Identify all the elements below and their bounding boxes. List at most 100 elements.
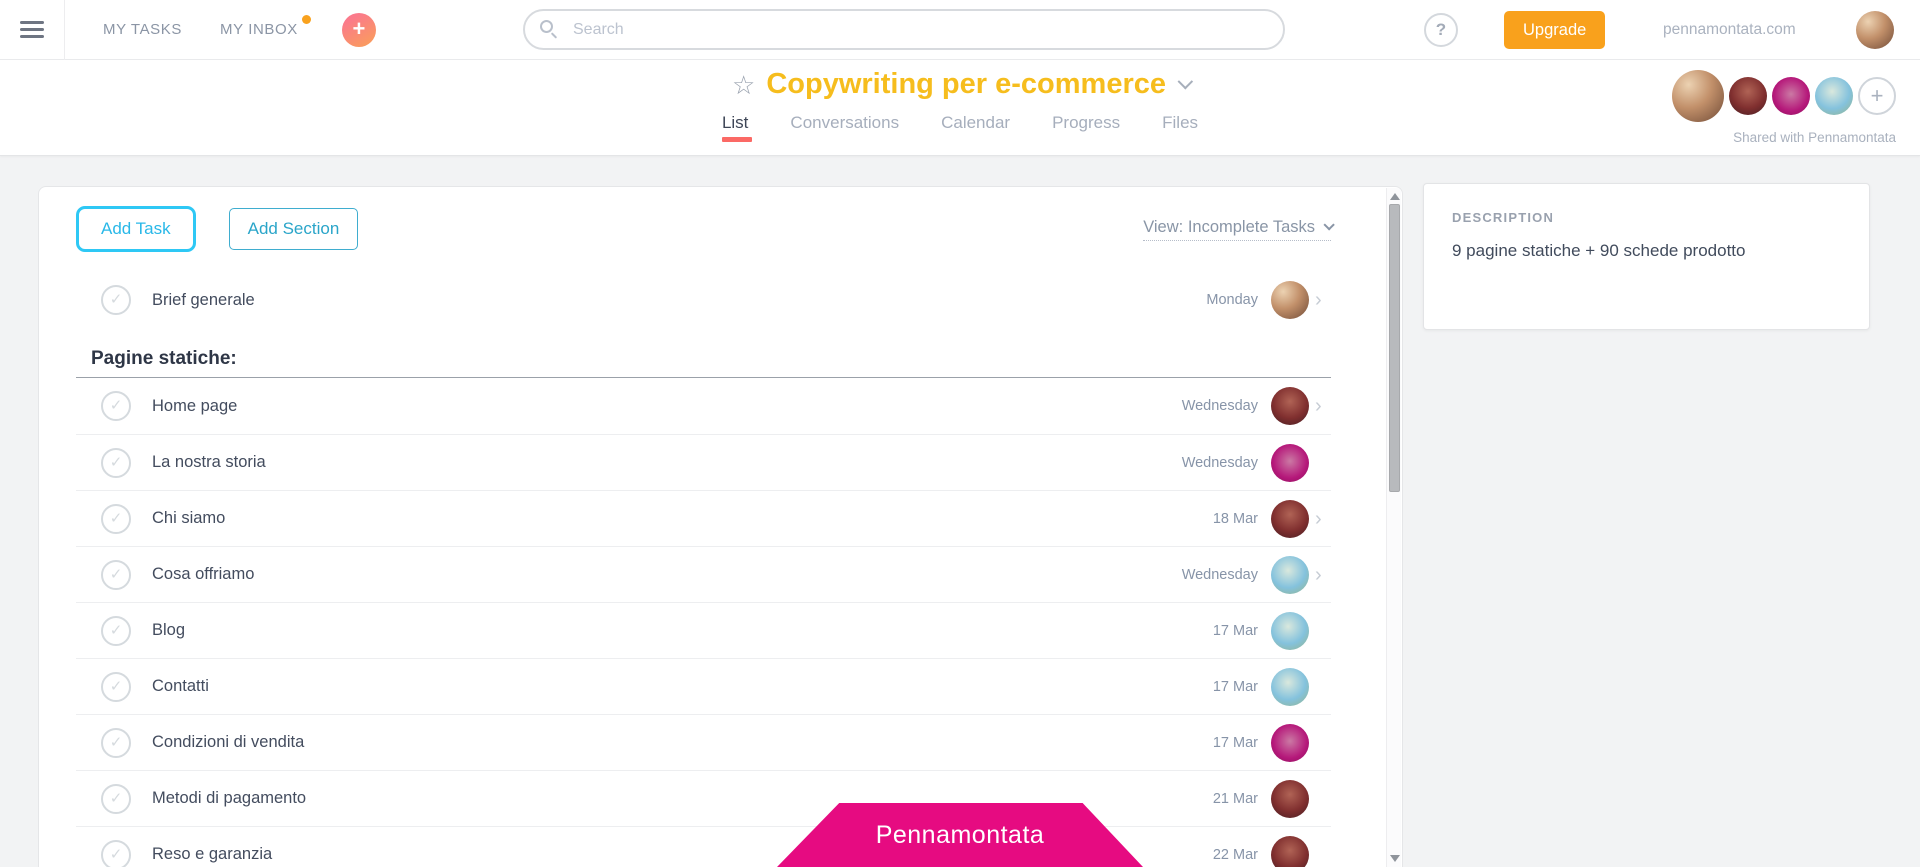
view-filter-label: View: Incomplete Tasks [1143,217,1315,236]
task-complete-checkbox[interactable]: ✓ [101,559,131,590]
favorite-star-icon[interactable]: ☆ [732,70,755,100]
task-row[interactable]: ✓ Chi siamo 18 Mar › [76,490,1331,546]
search-input[interactable] [523,9,1285,50]
assignee-avatar [1271,779,1309,818]
description-heading: DESCRIPTION [1452,210,1555,225]
task-row[interactable]: ✓ Home page Wednesday › [76,378,1331,434]
scrollbar-down-arrow[interactable] [1390,855,1400,862]
task-name[interactable]: Blog [152,621,1213,640]
member-avatar[interactable] [1729,77,1767,115]
task-due-date: Monday [1206,292,1258,308]
account-avatar[interactable] [1856,11,1894,49]
account-domain[interactable]: pennamontata.com [1663,21,1796,39]
assignee-avatar [1271,723,1309,762]
task-due-date: 17 Mar [1212,678,1258,695]
task-complete-checkbox[interactable]: ✓ [101,503,131,534]
task-complete-checkbox[interactable]: ✓ [101,447,131,478]
task-name[interactable]: La nostra storia [152,453,1182,472]
task-row[interactable]: ✓ Blog 17 Mar › [76,602,1331,658]
task-row[interactable]: ✓ La nostra storia Wednesday › [76,434,1331,490]
tab-files[interactable]: Files [1162,113,1198,142]
section-title: Pagine statiche: [91,348,237,369]
task-name[interactable]: Home page [152,397,1182,416]
task-complete-checkbox[interactable]: ✓ [101,671,131,702]
description-text[interactable]: 9 pagine statiche + 90 schede prodotto [1452,241,1841,261]
nav-my-tasks[interactable]: MY TASKS [103,21,182,38]
task-name[interactable]: Chi siamo [152,509,1213,528]
task-name[interactable]: Condizioni di vendita [152,733,1213,752]
search-icon [540,20,553,33]
nav-my-inbox-label: MY INBOX [220,21,298,38]
tab-conversations[interactable]: Conversations [790,113,899,142]
task-due-date: Wednesday [1181,454,1258,471]
assignee-avatar [1271,611,1309,650]
task-row[interactable]: ✓ Metodi di pagamento 21 Mar › [76,770,1331,826]
task-due-date: 17 Mar [1212,622,1258,639]
project-menu-chevron-icon[interactable] [1177,73,1194,90]
task-row[interactable]: ✓ Contatti 17 Mar › [76,658,1331,714]
tab-calendar[interactable]: Calendar [941,113,1010,142]
assignee-avatar [1271,281,1309,319]
project-members: + Shared with Pennamontata [1672,70,1896,145]
view-filter-chevron-icon [1323,219,1335,231]
nav-my-inbox[interactable]: MY INBOX [220,15,311,38]
task-row[interactable]: ✓ Brief generale Monday › [76,272,1331,328]
member-avatar[interactable] [1672,70,1724,122]
task-due-date: 21 Mar [1212,790,1258,807]
scrollbar-thumb[interactable] [1389,204,1400,492]
assignee-avatar [1271,555,1309,594]
add-section-button[interactable]: Add Section [228,208,359,250]
task-row[interactable]: ✓ Reso e garanzia 22 Mar › [76,826,1331,867]
member-avatar[interactable] [1772,77,1810,115]
project-tabs: List Conversations Calendar Progress Fil… [721,113,1198,142]
task-list: ✓ Brief generale Monday › Pagine statich… [76,272,1331,867]
task-name[interactable]: Cosa offriamo [152,565,1182,584]
view-filter-dropdown[interactable]: View: Incomplete Tasks [1143,217,1335,241]
task-due-date: Wednesday [1181,398,1258,414]
watermark-banner: Pennamontata [777,803,1143,867]
task-chevron-icon[interactable]: › [1315,509,1331,529]
section-row[interactable]: Pagine statiche: [76,328,1331,378]
member-avatar[interactable] [1815,77,1853,115]
member-avatars-row: + [1672,70,1896,122]
project-header: ☆ Copywriting per e-commerce List Conver… [0,60,1920,156]
upgrade-button[interactable]: Upgrade [1504,11,1606,49]
task-complete-checkbox[interactable]: ✓ [101,783,131,814]
assignee-avatar [1271,835,1309,867]
task-complete-checkbox[interactable]: ✓ [101,391,131,421]
tab-progress[interactable]: Progress [1052,113,1120,142]
scrollbar-up-arrow[interactable] [1390,193,1400,200]
help-button[interactable]: ? [1424,13,1458,47]
task-complete-checkbox[interactable]: ✓ [101,285,131,315]
task-due-date: 22 Mar [1212,846,1258,863]
watermark-label: Pennamontata [875,820,1045,849]
list-scrollbar[interactable] [1386,188,1401,867]
task-chevron-icon[interactable]: › [1315,565,1331,585]
project-title[interactable]: Copywriting per e-commerce [766,68,1166,101]
assignee-avatar [1271,667,1309,706]
task-complete-checkbox[interactable]: ✓ [101,727,131,758]
task-row[interactable]: ✓ Cosa offriamo Wednesday › [76,546,1331,602]
task-panel: Add Task Add Section View: Incomplete Ta… [38,186,1403,867]
hamburger-icon [20,17,44,42]
task-complete-checkbox[interactable]: ✓ [101,615,131,646]
task-chevron-icon[interactable]: › [1315,290,1331,310]
task-due-date: 18 Mar [1212,510,1258,527]
task-name[interactable]: Brief generale [152,291,1206,310]
assignee-avatar [1271,387,1309,425]
sidebar-menu-button[interactable] [0,0,65,60]
project-description-card: DESCRIPTION 9 pagine statiche + 90 sched… [1423,183,1870,330]
task-row[interactable]: ✓ Condizioni di vendita 17 Mar › [76,714,1331,770]
add-member-button[interactable]: + [1858,77,1896,115]
shared-with-label: Shared with Pennamontata [1733,130,1896,145]
task-complete-checkbox[interactable]: ✓ [101,839,131,867]
quick-add-button[interactable]: + [341,12,376,47]
add-task-button[interactable]: Add Task [76,206,196,252]
list-toolbar: Add Task Add Section View: Incomplete Ta… [76,206,1335,252]
task-name[interactable]: Contatti [152,677,1213,696]
tab-list[interactable]: List [721,113,753,142]
search-bar [523,9,1285,50]
assignee-avatar [1271,499,1309,538]
top-bar: MY TASKS MY INBOX + ? Upgrade pennamonta… [0,0,1920,60]
task-chevron-icon[interactable]: › [1315,396,1331,416]
